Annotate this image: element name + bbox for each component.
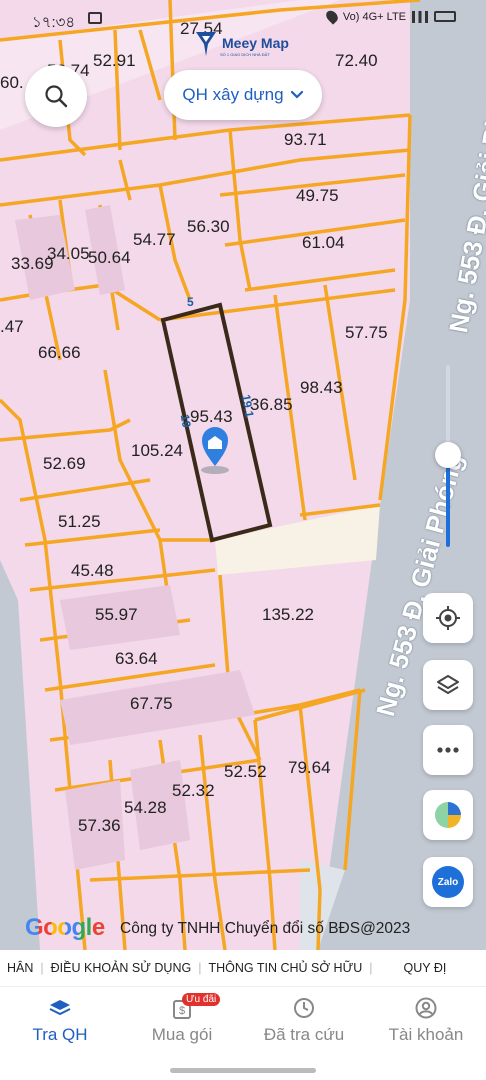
home-marker-icon[interactable] bbox=[201, 427, 229, 474]
promo-badge: Ưu đãi bbox=[182, 993, 221, 1006]
google-wordmark: Google bbox=[25, 914, 105, 941]
footer-link-rules[interactable]: QUY ĐỊ bbox=[397, 961, 454, 975]
plot-area-label: 51.25 bbox=[58, 512, 101, 531]
nav-tab-tai-khoan[interactable]: Tài khoản bbox=[366, 987, 486, 1057]
plot-area-label: 54.28 bbox=[124, 798, 167, 817]
footer-link-owner[interactable]: THÔNG TIN CHỦ SỞ HỮU bbox=[201, 961, 369, 975]
plot-area-label: 34.05 bbox=[47, 244, 90, 263]
nav-tab-mua-goi[interactable]: Ưu đãi $ Mua gói bbox=[122, 987, 242, 1057]
plot-area-label: 95.43 bbox=[190, 407, 233, 426]
plot-area-label: 72.40 bbox=[335, 51, 378, 70]
zalo-button[interactable]: Zalo bbox=[423, 857, 473, 907]
plot-area-label: 93.71 bbox=[284, 130, 327, 149]
plot-area-label: 57.75 bbox=[345, 323, 388, 342]
signal-icon bbox=[412, 10, 428, 23]
battery-icon bbox=[434, 11, 456, 22]
footer-separator: | bbox=[369, 961, 373, 975]
plot-area-label: 45.48 bbox=[71, 561, 114, 580]
footer-link-terms[interactable]: ĐIỀU KHOẢN SỬ DỤNG bbox=[44, 961, 199, 975]
nav-label: Tra QH bbox=[32, 1025, 88, 1044]
network-label: Vo) 4G+ LTE bbox=[342, 10, 406, 23]
nav-label: Mua gói bbox=[151, 1025, 213, 1044]
map-canvas[interactable] bbox=[0, 0, 486, 950]
plot-area-label: 60. bbox=[0, 73, 24, 92]
layers-button[interactable] bbox=[423, 660, 473, 710]
plot-area-label: 57.36 bbox=[78, 816, 121, 835]
plot-dimension-label: 19.1 bbox=[238, 393, 257, 419]
layers-stack-icon bbox=[49, 1000, 71, 1016]
zoom-thumb[interactable] bbox=[435, 442, 461, 468]
meey-logo-icon bbox=[196, 32, 216, 56]
plot-dimension-label: 19 bbox=[177, 413, 194, 429]
status-icons: Vo) 4G+ LTE bbox=[323, 8, 456, 25]
google-logo: Google bbox=[25, 914, 105, 942]
plot-dimension-label: 5 bbox=[187, 295, 194, 309]
plot-area-label: 98.43 bbox=[300, 378, 343, 397]
plot-area-label: 66.66 bbox=[38, 343, 81, 362]
plot-area-label: 105.24 bbox=[131, 441, 183, 460]
more-button[interactable] bbox=[423, 725, 473, 775]
logo-title: Meey Map bbox=[222, 35, 289, 51]
plot-area-label: 50.64 bbox=[88, 248, 131, 267]
gallery-icon bbox=[88, 12, 102, 24]
search-button[interactable] bbox=[25, 65, 87, 127]
zalo-label: Zalo bbox=[437, 876, 459, 888]
plot-area-label: 135.22 bbox=[262, 605, 314, 624]
pie-chart-icon bbox=[435, 802, 461, 828]
plot-area-label: 55.97 bbox=[95, 605, 138, 624]
bottom-navigation: Tra QH Ưu đãi $ Mua gói Đã tra cứu Tài k… bbox=[0, 986, 486, 1080]
zalo-icon: Zalo bbox=[432, 866, 464, 898]
road-left bbox=[0, 560, 40, 950]
status-time: ১৭:৩৪ bbox=[32, 14, 76, 31]
footer-link[interactable]: HÂN bbox=[0, 961, 40, 975]
plot-area-label: 36.85 bbox=[250, 395, 293, 414]
zoom-slider[interactable] bbox=[435, 365, 461, 550]
plot-area-label: 54.77 bbox=[133, 230, 176, 249]
map-view[interactable]: 60. 52.74 52.91 27.54 72.40 93.71 49.75 … bbox=[0, 0, 486, 950]
nav-tab-da-tra-cuu[interactable]: Đã tra cứu bbox=[244, 987, 364, 1057]
search-icon bbox=[45, 85, 68, 108]
home-indicator[interactable] bbox=[170, 1068, 316, 1073]
plot-area-label: 49.75 bbox=[296, 186, 339, 205]
planning-type-select[interactable]: QH xây dựng bbox=[164, 70, 322, 120]
nav-label: Tài khoản bbox=[388, 1025, 464, 1044]
plot-area-label: 79.64 bbox=[288, 758, 331, 777]
plot-area-label: 56.30 bbox=[187, 217, 230, 236]
chevron-down-icon bbox=[290, 90, 303, 99]
plot-area-label: 61.04 bbox=[302, 233, 345, 252]
plot-area-label: 52.52 bbox=[224, 762, 267, 781]
user-icon bbox=[415, 997, 437, 1019]
locate-button[interactable] bbox=[423, 593, 473, 643]
layers-icon bbox=[437, 675, 459, 694]
crosshair-icon bbox=[436, 606, 460, 630]
app-logo: Meey Map SỐ 1 GIAO DỊCH NHÀ ĐẤT bbox=[196, 30, 289, 57]
plot-area-label: 67.75 bbox=[130, 694, 173, 713]
footer-links: HÂN | ĐIỀU KHOẢN SỬ DỤNG | THÔNG TIN CHỦ… bbox=[0, 950, 486, 986]
nav-tab-tra-qh[interactable]: Tra QH bbox=[0, 987, 120, 1057]
svg-text:$: $ bbox=[179, 1005, 185, 1017]
planning-type-label: QH xây dựng bbox=[182, 85, 284, 104]
location-icon bbox=[323, 8, 341, 25]
app-root: 60. 52.74 52.91 27.54 72.40 93.71 49.75 … bbox=[0, 0, 486, 1080]
copyright-text: Công ty TNHH Chuyển đổi số BĐS@2023 bbox=[120, 920, 411, 937]
nav-label: Đã tra cứu bbox=[263, 1025, 345, 1044]
more-icon bbox=[437, 747, 459, 753]
plot-area-label: 63.64 bbox=[115, 649, 158, 668]
statistics-button[interactable] bbox=[423, 790, 473, 840]
plot-area-label: 52.69 bbox=[43, 454, 86, 473]
plot-area-label: 52.32 bbox=[172, 781, 215, 800]
clock-icon bbox=[294, 998, 314, 1018]
zoom-track-lower bbox=[446, 457, 450, 547]
plot-area-label: .47 bbox=[0, 317, 24, 336]
plot-area-label: 52.91 bbox=[93, 51, 136, 70]
logo-subtitle: SỐ 1 GIAO DỊCH NHÀ ĐẤT bbox=[220, 52, 270, 57]
alley bbox=[215, 505, 380, 575]
